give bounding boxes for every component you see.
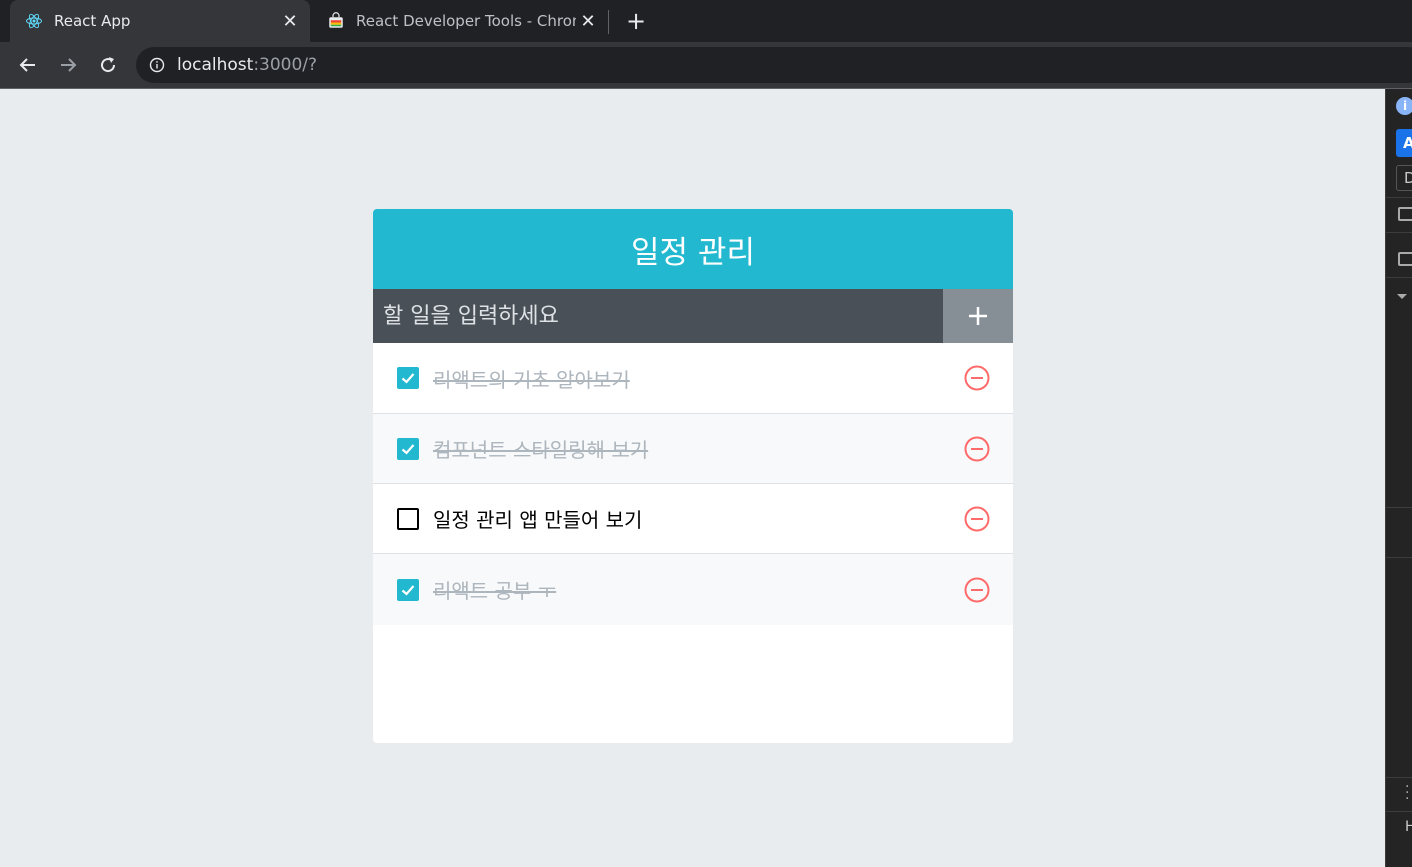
site-info-icon[interactable] — [149, 57, 165, 73]
todo-input[interactable] — [373, 289, 943, 343]
new-tab-plus-icon[interactable]: + — [622, 7, 650, 35]
todo-text: 일정 관리 앱 만들어 보기 — [433, 508, 643, 532]
remove-circle-icon[interactable] — [963, 576, 991, 604]
chrome-web-store-icon — [326, 11, 346, 31]
app-title: 일정 관리 — [373, 209, 1013, 289]
remove-circle-icon[interactable] — [963, 364, 991, 392]
expand-triangle-icon[interactable] — [1397, 294, 1407, 299]
divider — [1386, 277, 1412, 278]
remove-circle-icon[interactable] — [963, 505, 991, 533]
todo-list: 리액트의 기초 알아보기 컴포넌트 스타일링해 보기 일정 관리 앱 만들어 보… — [373, 343, 1013, 625]
unchecked-checkbox-icon[interactable] — [397, 507, 419, 530]
todo-insert-form — [373, 289, 1013, 343]
divider — [1386, 232, 1412, 233]
todo-text: 컴포넌트 스타일링해 보기 — [433, 438, 649, 462]
url-path: :3000/? — [253, 55, 318, 75]
plus-icon — [969, 307, 987, 325]
forward-arrow-icon[interactable] — [54, 51, 82, 79]
tab-title: React App — [54, 12, 131, 30]
checked-checkbox-icon[interactable] — [397, 578, 419, 601]
browser-tab-strip: React App ✕ React Developer Tools - Chro… — [0, 0, 1412, 42]
tab-separator — [608, 10, 609, 34]
todo-list-item: 컴포넌트 스타일링해 보기 — [373, 414, 1013, 484]
device-toolbar-icon[interactable] — [1398, 252, 1412, 266]
info-icon[interactable]: i — [1396, 97, 1412, 115]
more-options-icon[interactable]: · · · — [1405, 780, 1409, 806]
divider — [1386, 557, 1412, 558]
divider — [1386, 811, 1412, 812]
divider — [1386, 507, 1412, 508]
devtools-h-label: H — [1405, 819, 1412, 835]
tab-react-app[interactable]: React App ✕ — [10, 0, 310, 42]
tab-react-devtools[interactable]: React Developer Tools - Chrome Web Store… — [312, 0, 608, 42]
tab-title: React Developer Tools - Chrome Web Store — [356, 12, 576, 30]
tab-close-icon[interactable]: ✕ — [576, 9, 600, 33]
divider — [1386, 777, 1412, 778]
todo-list-item: 리액트의 기초 알아보기 — [373, 343, 1013, 414]
todo-text: 리액트의 기초 알아보기 — [433, 367, 630, 392]
tab-close-icon[interactable]: ✕ — [278, 9, 302, 33]
todo-list-item: 일정 관리 앱 만들어 보기 — [373, 484, 1013, 554]
devtools-tab-a[interactable]: A — [1396, 129, 1412, 157]
devtools-panel: i A D ··· H — [1385, 89, 1412, 867]
address-bar[interactable]: localhost:3000/? — [136, 47, 1412, 83]
devtools-tab-d[interactable]: D — [1396, 165, 1412, 191]
checked-checkbox-icon[interactable] — [397, 367, 419, 389]
inspect-element-icon[interactable] — [1398, 207, 1412, 221]
back-arrow-icon[interactable] — [14, 51, 42, 79]
reload-icon[interactable] — [94, 51, 122, 79]
todo-text: 리액트 공부 ㅜ — [433, 579, 557, 603]
react-logo-icon — [24, 11, 44, 31]
remove-circle-icon[interactable] — [963, 435, 991, 463]
todo-list-item: 리액트 공부 ㅜ — [373, 554, 1013, 625]
url-host: localhost — [177, 55, 254, 75]
browser-toolbar: localhost:3000/? — [0, 42, 1412, 89]
divider — [1386, 197, 1412, 198]
add-todo-button[interactable] — [943, 289, 1013, 343]
checked-checkbox-icon[interactable] — [397, 437, 419, 460]
todo-template: 일정 관리 리액트의 기초 알아보기 컴포넌트 스타일링해 보기 — [373, 209, 1013, 743]
